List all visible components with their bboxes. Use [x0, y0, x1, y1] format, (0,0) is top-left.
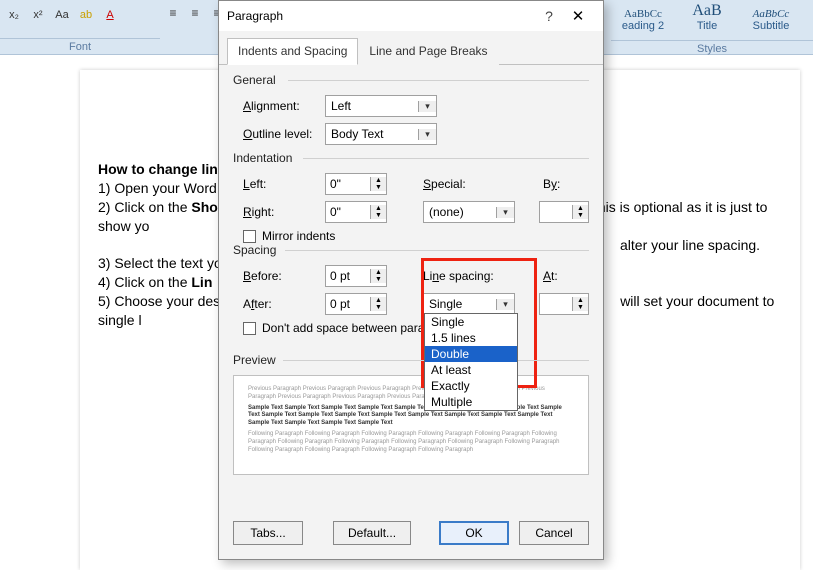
before-spin[interactable]: 0 pt ▲▼: [325, 265, 387, 287]
indent-left-spin[interactable]: 0" ▲▼: [325, 173, 387, 195]
spin-down-icon[interactable]: ▼: [371, 276, 386, 283]
outline-label: Outline level:: [243, 127, 325, 141]
group-label: Indentation: [233, 151, 589, 165]
spin-up-icon[interactable]: ▲: [371, 269, 386, 276]
chevron-down-icon[interactable]: ▾: [418, 101, 436, 112]
group-preview: Preview Previous Paragraph Previous Para…: [233, 353, 589, 475]
superscript-icon[interactable]: x₂: [4, 5, 24, 25]
after-label: After:: [243, 297, 325, 311]
dialog-titlebar: Paragraph ? ✕: [219, 1, 603, 31]
spin-up-icon[interactable]: ▲: [371, 205, 386, 212]
close-button[interactable]: ✕: [561, 7, 595, 25]
style-heading2[interactable]: AaBbCc eading 2: [611, 0, 675, 34]
indent-right-label: Right:: [243, 205, 325, 219]
by-spin[interactable]: ▲▼: [539, 201, 589, 223]
at-spin[interactable]: ▲▼: [539, 293, 589, 315]
ok-button[interactable]: OK: [439, 521, 509, 545]
subscript-icon[interactable]: x²: [28, 5, 48, 25]
ribbon-styles-group: AaBbCc eading 2 AaB Title AaBbCc Subtitl…: [611, 0, 813, 55]
help-button[interactable]: ?: [537, 8, 561, 24]
checkbox-icon[interactable]: [243, 322, 256, 335]
spin-down-icon[interactable]: ▼: [371, 212, 386, 219]
style-subtitle[interactable]: AaBbCc Subtitle: [739, 0, 803, 34]
ls-option-1-5[interactable]: 1.5 lines: [425, 330, 517, 346]
preview-box: Previous Paragraph Previous Paragraph Pr…: [233, 375, 589, 475]
paragraph-dialog: Paragraph ? ✕ Indents and Spacing Line a…: [218, 0, 604, 560]
checkbox-icon[interactable]: [243, 230, 256, 243]
line-spacing-label: Line spacing:: [423, 269, 503, 283]
before-label: Before:: [243, 269, 325, 283]
outline-combo[interactable]: Body Text ▾: [325, 123, 437, 145]
group-label: General: [233, 73, 589, 87]
dialog-body: General Alignment: Left ▾ Outline level:…: [219, 65, 603, 511]
group-label: Preview: [233, 353, 589, 367]
dont-add-space-checkbox[interactable]: Don't add space between paragra: [233, 321, 589, 335]
ls-option-single[interactable]: Single: [425, 314, 517, 330]
chevron-down-icon[interactable]: ▾: [496, 299, 514, 310]
spin-down-icon[interactable]: ▼: [573, 304, 588, 311]
spin-up-icon[interactable]: ▲: [573, 297, 588, 304]
ribbon-group-label-font: Font: [0, 38, 160, 55]
by-label: By:: [543, 177, 560, 191]
spin-up-icon[interactable]: ▲: [371, 297, 386, 304]
default-button[interactable]: Default...: [333, 521, 411, 545]
line-spacing-dropdown[interactable]: Single 1.5 lines Double At least Exactly…: [424, 313, 518, 411]
alignment-label: Alignment:: [243, 99, 325, 113]
dialog-title: Paragraph: [227, 9, 537, 23]
style-title[interactable]: AaB Title: [675, 0, 739, 34]
alignment-combo[interactable]: Left ▾: [325, 95, 437, 117]
spin-up-icon[interactable]: ▲: [371, 177, 386, 184]
group-general: General Alignment: Left ▾ Outline level:…: [233, 73, 589, 145]
change-case-icon[interactable]: Aa: [52, 5, 72, 25]
tab-indents-spacing[interactable]: Indents and Spacing: [227, 38, 358, 65]
after-spin[interactable]: 0 pt ▲▼: [325, 293, 387, 315]
align-center-icon[interactable]: ≡: [185, 3, 205, 23]
group-spacing: Spacing Before: 0 pt ▲▼ Line spacing: At…: [233, 243, 589, 335]
ls-option-exactly[interactable]: Exactly: [425, 378, 517, 394]
dialog-tabs: Indents and Spacing Line and Page Breaks: [219, 31, 603, 65]
spin-up-icon[interactable]: ▲: [573, 205, 588, 212]
group-label: Spacing: [233, 243, 589, 257]
chevron-down-icon[interactable]: ▾: [496, 207, 514, 218]
highlight-icon[interactable]: ab: [76, 5, 96, 25]
mirror-indents-checkbox[interactable]: Mirror indents: [233, 229, 589, 243]
ls-option-double[interactable]: Double: [425, 346, 517, 362]
spin-down-icon[interactable]: ▼: [371, 304, 386, 311]
indent-right-spin[interactable]: 0" ▲▼: [325, 201, 387, 223]
line-spacing-combo[interactable]: Single ▾: [423, 293, 515, 315]
group-indentation: Indentation Left: 0" ▲▼ Special: By: Rig…: [233, 151, 589, 243]
ribbon-font-group: x₂ x² Aa ab A Font: [0, 0, 160, 55]
dialog-button-row: Tabs... Default... OK Cancel: [219, 511, 603, 559]
cancel-button[interactable]: Cancel: [519, 521, 589, 545]
ls-option-atleast[interactable]: At least: [425, 362, 517, 378]
tabs-button[interactable]: Tabs...: [233, 521, 303, 545]
special-combo[interactable]: (none) ▾: [423, 201, 515, 223]
tab-line-breaks[interactable]: Line and Page Breaks: [358, 38, 498, 65]
spin-down-icon[interactable]: ▼: [573, 212, 588, 219]
ls-option-multiple[interactable]: Multiple: [425, 394, 517, 410]
font-color-icon[interactable]: A: [100, 5, 120, 25]
at-label: At:: [543, 269, 558, 283]
chevron-down-icon[interactable]: ▾: [418, 129, 436, 140]
indent-left-label: Left:: [243, 177, 325, 191]
align-left-icon[interactable]: ≡: [163, 3, 183, 23]
ribbon-group-label-styles: Styles: [611, 40, 813, 57]
special-label: Special:: [423, 177, 503, 191]
spin-down-icon[interactable]: ▼: [371, 184, 386, 191]
